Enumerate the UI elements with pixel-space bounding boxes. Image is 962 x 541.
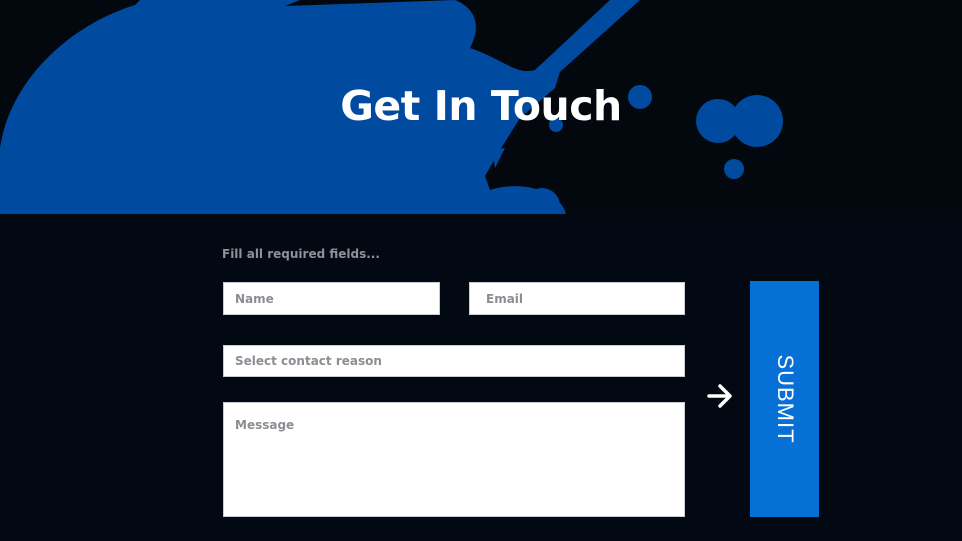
submit-button-label: SUBMIT [772,354,798,444]
message-textarea[interactable] [223,402,685,517]
contact-reason-select[interactable] [223,345,685,377]
hero-banner: Get In Touch [0,0,962,214]
required-fields-hint: Fill all required fields... [222,247,380,261]
arrow-right-icon [707,384,732,408]
page-title: Get In Touch [340,82,622,130]
contact-page: Get In Touch Fill all required fields...… [0,0,962,541]
email-input[interactable] [469,282,685,315]
submit-button[interactable]: SUBMIT [750,281,819,517]
name-input[interactable] [223,282,440,315]
